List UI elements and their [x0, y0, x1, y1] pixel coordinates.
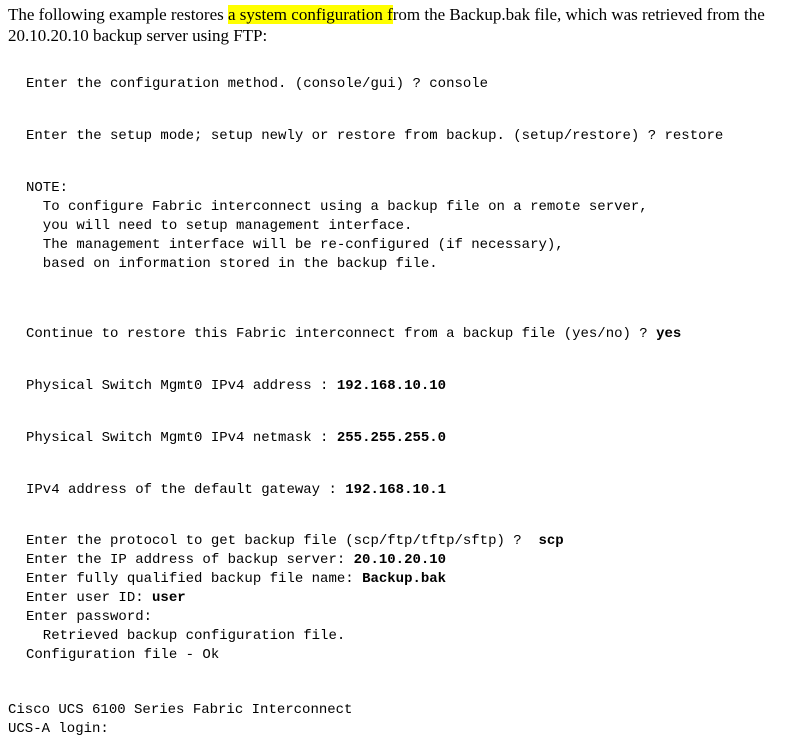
retrieved-line: Retrieved backup configuration file.	[26, 628, 345, 644]
note-line-3: The management interface will be re-conf…	[26, 237, 564, 253]
ipv4-addr-value: 192.168.10.10	[337, 378, 446, 394]
footer-block: Cisco UCS 6100 Series Fabric Interconnec…	[8, 701, 804, 739]
note-line-4: based on information stored in the backu…	[26, 256, 438, 272]
protocol-value: scp	[538, 533, 563, 549]
ipv4-netmask-value: 255.255.255.0	[337, 430, 446, 446]
intro-pre: The following example restores	[8, 5, 228, 24]
filename-prompt: Enter fully qualified backup file name:	[26, 571, 362, 587]
intro-paragraph: The following example restores a system …	[8, 4, 804, 47]
intro-highlight: a system configuration f	[228, 5, 393, 24]
protocol-prompt: Enter the protocol to get backup file (s…	[26, 533, 538, 549]
gateway-value: 192.168.10.1	[345, 482, 446, 498]
server-value: 20.10.20.10	[354, 552, 446, 568]
note-head: NOTE:	[26, 180, 68, 196]
ipv4-addr-prompt: Physical Switch Mgmt0 IPv4 address :	[26, 378, 337, 394]
footer-line-1: Cisco UCS 6100 Series Fabric Interconnec…	[8, 702, 352, 718]
config-ok-line: Configuration file - Ok	[26, 647, 219, 663]
filename-value: Backup.bak	[362, 571, 446, 587]
line-setup-mode: Enter the setup mode; setup newly or res…	[26, 127, 804, 146]
console-output: Enter the configuration method. (console…	[26, 57, 804, 684]
note-line-1: To configure Fabric interconnect using a…	[26, 199, 648, 215]
backup-block: Enter the protocol to get backup file (s…	[26, 532, 804, 664]
footer-line-2: UCS-A login:	[8, 721, 109, 737]
continue-answer: yes	[656, 326, 681, 342]
server-prompt: Enter the IP address of backup server:	[26, 552, 354, 568]
userid-prompt: Enter user ID:	[26, 590, 152, 606]
continue-prompt: Continue to restore this Fabric intercon…	[26, 326, 656, 342]
line-config-method: Enter the configuration method. (console…	[26, 75, 804, 94]
note-line-2: you will need to setup management interf…	[26, 218, 412, 234]
gateway-prompt: IPv4 address of the default gateway :	[26, 482, 345, 498]
userid-value: user	[152, 590, 186, 606]
ipv4-netmask-prompt: Physical Switch Mgmt0 IPv4 netmask :	[26, 430, 337, 446]
password-prompt: Enter password:	[26, 609, 152, 625]
note-block: NOTE: To configure Fabric interconnect u…	[26, 179, 804, 273]
